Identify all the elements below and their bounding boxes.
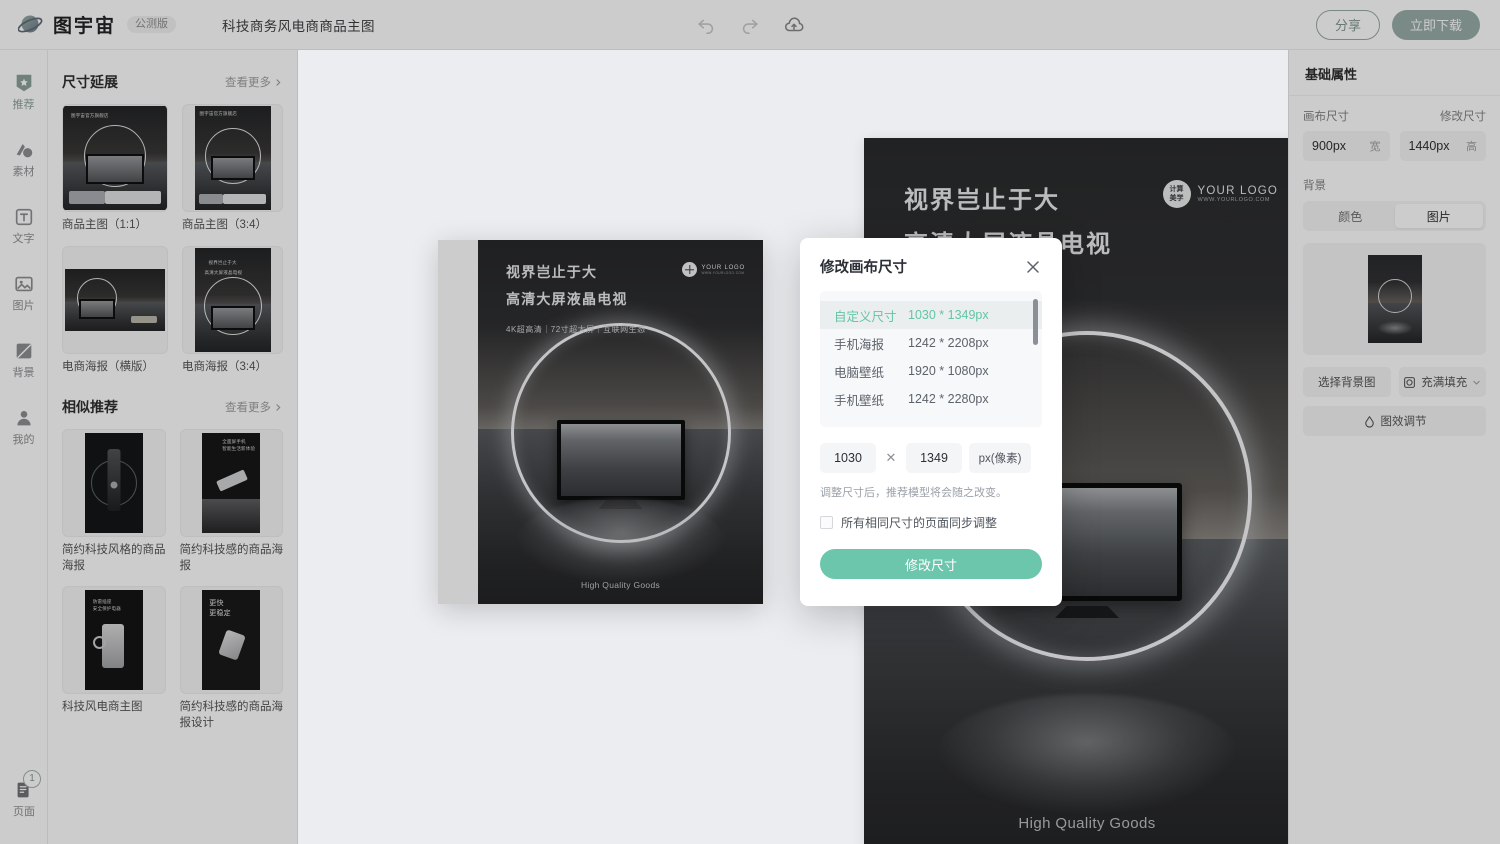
unit-selector[interactable]: px(像素) (969, 443, 1031, 473)
preset-list-scrollbar[interactable] (1033, 299, 1038, 345)
sync-pages-label: 所有相同尺寸的页面同步调整 (841, 516, 998, 530)
preset-size: 1920 * 1080px (908, 364, 989, 378)
height-input[interactable] (906, 443, 962, 473)
sync-pages-checkbox[interactable] (820, 516, 833, 529)
modal-header: 修改画布尺寸 (820, 256, 1042, 277)
modal-title: 修改画布尺寸 (820, 260, 907, 276)
preset-name: 手机海报 (834, 337, 885, 352)
preset-row-custom[interactable]: 自定义尺寸 1030 * 1349px (820, 301, 1042, 329)
multiply-icon: ✕ (885, 450, 897, 465)
resize-canvas-modal: 修改画布尺寸 自定义尺寸 1030 * 1349px 手机海报 1242 * 2… (800, 238, 1062, 606)
preset-row-phone-wallpaper[interactable]: 手机壁纸 1242 * 2280px (820, 385, 1042, 413)
preset-row-phone-poster[interactable]: 手机海报 1242 * 2208px (820, 329, 1042, 357)
dimension-inputs: ✕ px(像素) (820, 443, 1042, 473)
preset-row-desktop-wallpaper[interactable]: 电脑壁纸 1920 * 1080px (820, 357, 1042, 385)
preset-name: 自定义尺寸 (834, 309, 897, 324)
sync-pages-checkbox-row[interactable]: 所有相同尺寸的页面同步调整 (820, 514, 1042, 531)
preset-name: 电脑壁纸 (834, 365, 885, 380)
modal-backdrop[interactable] (0, 0, 1500, 844)
resize-hint-text: 调整尺寸后，推荐模型将会随之改变。 (820, 487, 1007, 499)
preset-size: 1242 * 2280px (908, 392, 989, 406)
preset-size-list[interactable]: 自定义尺寸 1030 * 1349px 手机海报 1242 * 2208px 电… (820, 291, 1042, 427)
preset-name: 手机壁纸 (834, 393, 885, 408)
width-input[interactable] (820, 443, 876, 473)
preset-size: 1030 * 1349px (908, 308, 989, 322)
close-icon[interactable] (1024, 258, 1042, 276)
preset-size: 1242 * 2208px (908, 336, 989, 350)
apply-resize-button[interactable]: 修改尺寸 (820, 549, 1042, 579)
